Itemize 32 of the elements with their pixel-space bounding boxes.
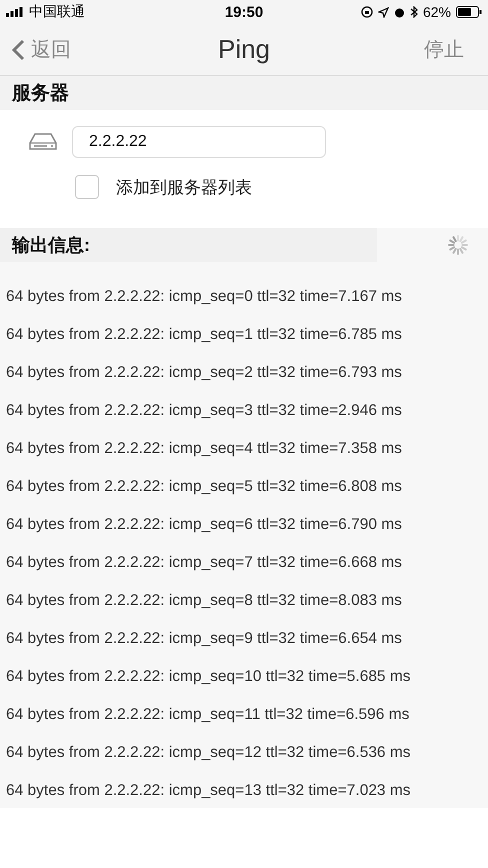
- back-button[interactable]: 返回: [12, 36, 71, 63]
- page-title: Ping: [218, 34, 270, 65]
- output-line: 64 bytes from 2.2.2.22: icmp_seq=11 ttl=32 time=6.596 ms: [5, 705, 410, 725]
- output-line: 64 bytes from 2.2.2.22: icmp_seq=8 ttl=32 time=8.083 ms: [5, 591, 403, 611]
- output-line: 64 bytes from 2.2.2.22: icmp_seq=5 ttl=32 time=6.808 ms: [5, 477, 403, 497]
- output-line: 64 bytes from 2.2.2.22: icmp_seq=13 ttl=32 time=7.023 ms: [5, 781, 412, 801]
- checkbox-label: 添加到服务器列表: [116, 176, 252, 198]
- battery-icon: [456, 6, 482, 18]
- output-line: 64 bytes from 2.2.2.22: icmp_seq=4 ttl=32 time=7.358 ms: [5, 439, 403, 459]
- output-line: 64 bytes from 2.2.2.22: icmp_seq=1 ttl=32 time=6.785 ms: [5, 325, 403, 345]
- checkbox[interactable]: [75, 175, 99, 199]
- section-title: 输出信息:: [0, 228, 377, 262]
- output-line: 64 bytes from 2.2.2.22: icmp_seq=6 ttl=32 time=6.790 ms: [5, 515, 403, 535]
- output-line: 64 bytes from 2.2.2.22: icmp_seq=10 ttl=32 time=5.685 ms: [5, 667, 412, 687]
- lock-rotation-icon: [360, 6, 373, 18]
- clock-time: 19:50: [224, 4, 264, 20]
- output-line: 64 bytes from 2.2.2.22: icmp_seq=0 ttl=32 time=7.167 ms: [5, 287, 403, 307]
- address-field[interactable]: 2.2.2.22: [72, 126, 326, 158]
- battery-percent: 62%: [422, 4, 451, 20]
- output-line: 64 bytes from 2.2.2.22: icmp_seq=2 ttl=32 time=6.793 ms: [5, 363, 403, 383]
- chevron-left-icon: [12, 38, 25, 60]
- section-title: 服务器: [12, 82, 69, 106]
- location-arrow-icon: [378, 6, 389, 18]
- carrier-name: 中国联通: [29, 3, 85, 21]
- drive-icon: [29, 133, 57, 151]
- output-line: 64 bytes from 2.2.2.22: icmp_seq=3 ttl=32 time=2.946 ms: [5, 401, 403, 421]
- stop-button[interactable]: 停止: [424, 36, 464, 63]
- bluetooth-icon: [410, 6, 418, 18]
- signal-icon: [6, 7, 24, 17]
- output-line: 64 bytes from 2.2.2.22: icmp_seq=7 ttl=32 time=6.668 ms: [5, 553, 403, 573]
- output-line: 64 bytes from 2.2.2.22: icmp_seq=9 ttl=32 time=6.654 ms: [5, 629, 403, 649]
- output-line: 64 bytes from 2.2.2.22: icmp_seq=12 ttl=32 time=6.536 ms: [5, 743, 412, 763]
